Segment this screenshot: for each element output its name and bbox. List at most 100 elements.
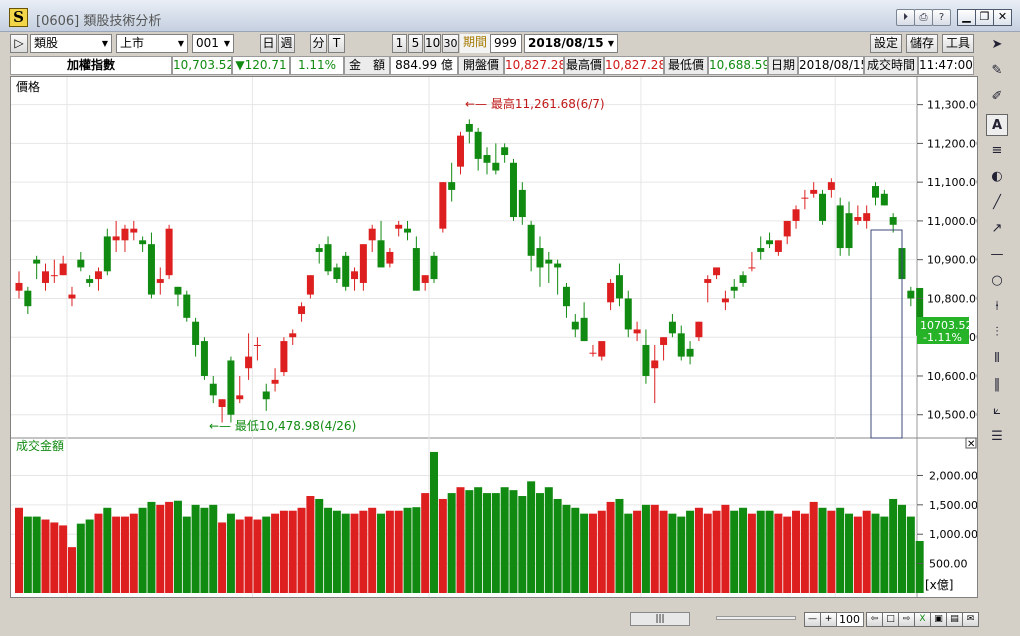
candle-body <box>907 290 915 299</box>
candle-body <box>351 271 359 280</box>
period-30-button[interactable]: 30 <box>442 34 459 53</box>
candle-body <box>262 391 270 400</box>
open-label: 開盤價 <box>458 56 504 75</box>
candle-body <box>474 131 482 159</box>
day-button[interactable]: 日 <box>260 34 277 53</box>
month-label: 04 <box>69 596 84 597</box>
circle-tool-icon[interactable]: ○ <box>986 270 1008 292</box>
price-tick-label: 10,600.00 <box>927 370 977 383</box>
email-icon[interactable]: ✉ <box>962 612 979 627</box>
candle-body <box>518 189 526 218</box>
volume-bar <box>59 525 68 593</box>
settings-button[interactable]: 設定 <box>870 34 902 53</box>
scroll-left-icon[interactable]: ⇦ <box>866 612 883 627</box>
volume-bar <box>165 501 174 593</box>
volume-bar <box>297 507 306 593</box>
lines-tool-icon[interactable]: ≡ <box>986 140 1008 162</box>
text-tool-icon[interactable]: A <box>986 114 1008 136</box>
candle-body <box>271 379 279 384</box>
help-icon[interactable]: ? <box>932 9 951 26</box>
volume-bar <box>500 487 509 593</box>
minute-button[interactable]: 分 <box>310 34 327 53</box>
open-value: 10,827.28 <box>504 56 564 75</box>
save-button[interactable]: 儲存 <box>906 34 938 53</box>
candle-body <box>236 395 244 400</box>
clear-all-icon[interactable]: ✐ <box>986 86 1008 108</box>
volume-bar <box>244 516 253 593</box>
fibonacci-icon[interactable]: ☰ <box>986 426 1008 448</box>
forward-icon[interactable]: ⏵ <box>896 9 915 26</box>
volume-bar <box>588 513 597 593</box>
maximize-button[interactable]: ❐ <box>975 9 994 26</box>
volume-bar <box>765 510 774 593</box>
tick-button[interactable]: T <box>328 34 345 53</box>
volume-bar <box>94 513 103 593</box>
candle-body <box>660 337 668 345</box>
candle-body <box>704 279 712 283</box>
category-select[interactable]: 類股 <box>30 34 112 53</box>
candle-tool-icon[interactable]: ⫶ <box>986 322 1008 344</box>
volume-bar <box>262 516 271 593</box>
volume-bar <box>677 516 686 593</box>
color-tool-icon[interactable]: ◐ <box>986 166 1008 188</box>
selection-box[interactable] <box>870 229 903 439</box>
candle-body <box>183 294 191 318</box>
price-tick-label: 11,100.00 <box>927 176 977 189</box>
zoom-out-icon[interactable]: — <box>804 612 821 627</box>
zoom-in-icon[interactable]: + <box>820 612 837 627</box>
time-label: 成交時間 <box>864 56 918 75</box>
volume-close-icon[interactable]: ✕ <box>967 439 975 450</box>
period-5-button[interactable]: 5 <box>408 34 423 53</box>
market-select[interactable]: 上市 <box>116 34 188 53</box>
candle-body <box>404 228 412 233</box>
minimize-button[interactable]: ▁ <box>957 9 976 26</box>
date-picker[interactable]: 2018/08/15 <box>524 34 618 53</box>
candle-body <box>324 244 332 272</box>
price-volume-chart[interactable]: 11,300.00 11,200.00 11,100.00 11,000.00 10,9… <box>11 77 977 597</box>
horizontal-scrollbar[interactable]: ||| <box>630 612 690 626</box>
candle-body <box>280 341 288 373</box>
zoom-slider[interactable] <box>716 616 796 620</box>
volume-bar <box>535 493 544 593</box>
bottom-bar: ||| — + 100 ⇦ □ ⇨ X ▣ ▤ ✉ <box>0 600 1020 636</box>
grid-tool-icon[interactable]: ‖ <box>986 374 1008 396</box>
vertical-marker-icon[interactable]: ⍿ <box>986 296 1008 318</box>
volume-bar <box>880 516 889 593</box>
print-icon[interactable]: ⎙ <box>914 9 933 26</box>
code-select[interactable]: 001 <box>192 34 234 53</box>
eraser-icon[interactable]: ✎ <box>986 60 1008 82</box>
zoom-level[interactable]: 100 <box>836 612 864 627</box>
scroll-right-icon[interactable]: ⇨ <box>898 612 915 627</box>
print-chart-icon[interactable]: ▤ <box>946 612 963 627</box>
candle-body <box>695 321 703 338</box>
line-tool-icon[interactable]: ╱ <box>986 192 1008 214</box>
volume-bar <box>182 516 191 593</box>
gann-fan-icon[interactable]: ⟀ <box>986 400 1008 422</box>
pointer-icon[interactable]: ➤ <box>986 34 1008 56</box>
excel-export-icon[interactable]: X <box>914 612 931 627</box>
period-1-button[interactable]: 1 <box>392 34 407 53</box>
volume-bar <box>350 513 359 593</box>
period-10-button[interactable]: 10 <box>424 34 441 53</box>
arrow-tool-icon[interactable]: ↗ <box>986 218 1008 240</box>
candle-body <box>713 267 721 276</box>
amount-value: 884.99 億 <box>390 56 458 75</box>
close-button[interactable]: ✕ <box>993 9 1012 26</box>
week-button[interactable]: 週 <box>278 34 295 53</box>
fan-tool-icon[interactable]: ⫴ <box>986 348 1008 370</box>
save-image-icon[interactable]: ▣ <box>930 612 947 627</box>
candle-body <box>580 317 588 342</box>
stop-icon[interactable]: □ <box>882 612 899 627</box>
horizontal-line-icon[interactable]: — <box>986 244 1008 266</box>
amount-label: 金 額 <box>344 56 390 75</box>
chart-panel[interactable]: 11,300.00 11,200.00 11,100.00 11,000.00 10,9… <box>10 76 978 598</box>
play-button[interactable]: ▷ <box>10 34 28 53</box>
tools-button[interactable]: 工具 <box>942 34 974 53</box>
period-input[interactable]: 999 <box>490 34 522 53</box>
volume-bar <box>641 504 650 593</box>
candle-body <box>50 275 58 277</box>
title-bar: S [0606] 類股技術分析 ⏵ ⎙ ? ▁ ❐ ✕ <box>0 0 1020 32</box>
candle-body <box>801 197 809 199</box>
volume-bar <box>394 510 403 593</box>
candle-body <box>854 217 862 221</box>
